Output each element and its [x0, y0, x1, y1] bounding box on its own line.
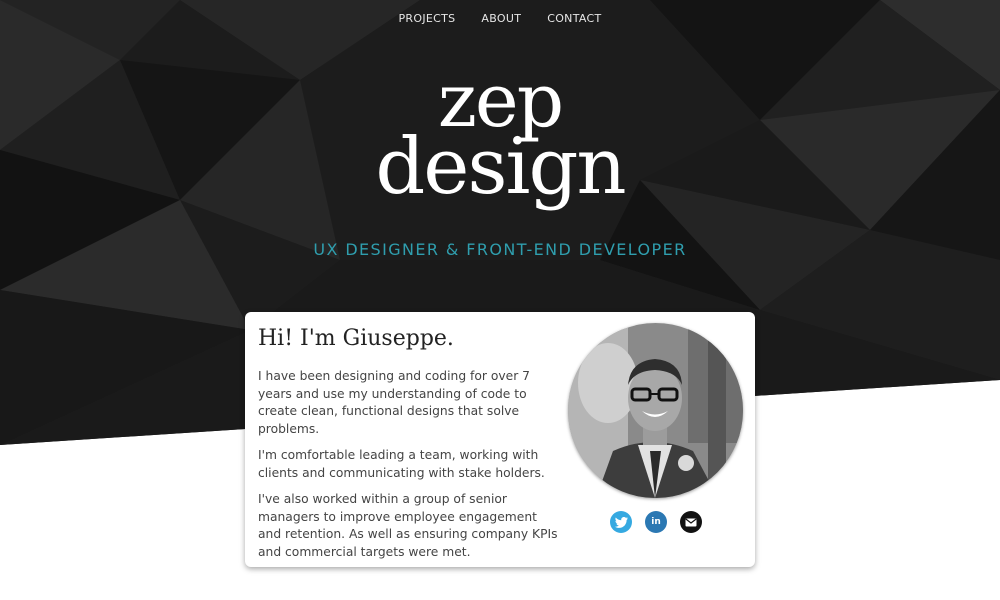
intro-paragraph: I have been designing and coding for ove…	[258, 369, 531, 436]
twitter-button[interactable]	[610, 511, 632, 533]
linkedin-button[interactable]: in	[645, 511, 667, 533]
twitter-bird-icon	[614, 516, 628, 528]
nav-link-about[interactable]: ABOUT	[481, 12, 521, 25]
site-logo[interactable]: zep design	[0, 64, 1000, 212]
linkedin-in-icon: in	[651, 517, 661, 527]
tagline: UX DESIGNER & FRONT-END DEVELOPER	[313, 240, 687, 259]
nav-link-contact[interactable]: CONTACT	[547, 12, 601, 25]
logo-line-2: design	[375, 122, 626, 212]
profile-photo	[568, 323, 743, 498]
top-navigation: PROJECTS ABOUT CONTACT	[0, 12, 1000, 25]
envelope-icon	[685, 518, 697, 526]
social-links: in	[610, 511, 702, 533]
intro-card: Hi! I'm Giuseppe. I have been designing …	[245, 312, 755, 567]
nav-link-projects[interactable]: PROJECTS	[399, 12, 456, 25]
intro-heading: Hi! I'm Giuseppe.	[258, 326, 454, 351]
intro-text: I have been designing and coding for ove…	[258, 368, 563, 570]
intro-paragraph: I'm comfortable leading a team, working …	[258, 448, 545, 480]
intro-paragraph: I've also worked within a group of senio…	[258, 492, 558, 559]
email-button[interactable]	[680, 511, 702, 533]
